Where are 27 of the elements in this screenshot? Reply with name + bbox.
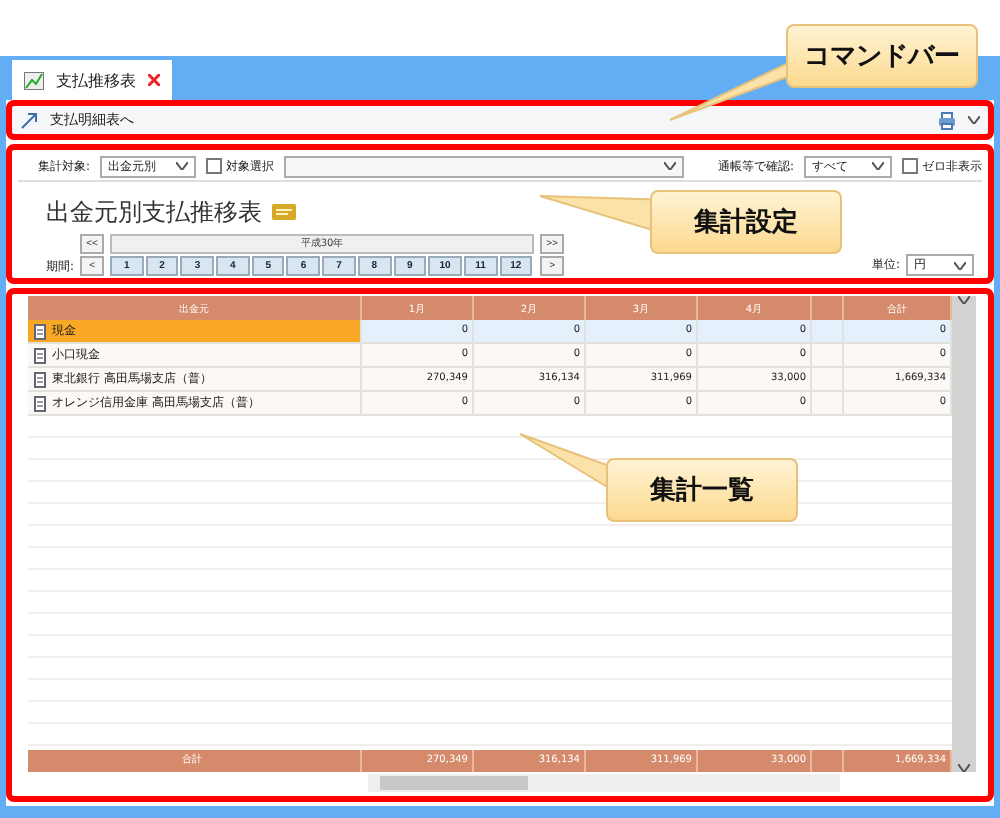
column-header	[812, 296, 844, 320]
caret-icon	[958, 764, 970, 772]
caret-icon	[954, 261, 966, 269]
printer-icon[interactable]	[938, 111, 956, 129]
horizontal-scrollbar[interactable]	[368, 774, 840, 792]
vertical-scrollbar[interactable]	[952, 296, 976, 772]
close-icon[interactable]	[148, 74, 160, 86]
document-icon	[34, 371, 46, 387]
document-icon	[34, 395, 46, 411]
checkbox[interactable]	[902, 158, 918, 174]
chart-icon	[24, 71, 44, 89]
target-select-dropdown[interactable]	[284, 155, 685, 177]
caret-icon	[872, 162, 884, 170]
caret-icon	[176, 162, 189, 170]
checkbox[interactable]	[206, 158, 223, 174]
arrow-icon	[20, 111, 38, 129]
tab[interactable]: 支払推移表	[12, 60, 172, 100]
callout: コマンドバー	[786, 24, 978, 88]
report-title: 出金元別支払推移表	[46, 195, 262, 229]
document-icon	[34, 323, 46, 339]
caret-icon	[968, 116, 980, 124]
badge-icon	[272, 204, 296, 220]
caret-icon	[664, 162, 677, 170]
callout: 集計一覧	[606, 458, 798, 522]
caret-icon	[958, 296, 970, 304]
callout: 集計設定	[650, 190, 842, 254]
document-icon	[34, 347, 46, 363]
